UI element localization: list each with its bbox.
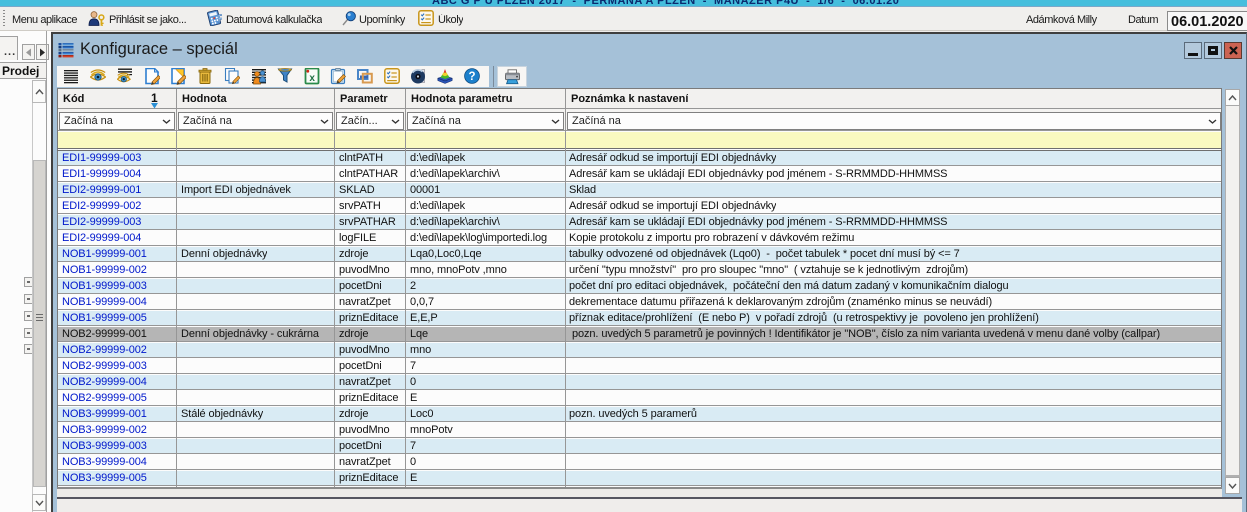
svg-text:?: ?	[468, 71, 475, 83]
svg-text:P: P	[218, 13, 223, 25]
svg-text:x: x	[309, 73, 315, 84]
